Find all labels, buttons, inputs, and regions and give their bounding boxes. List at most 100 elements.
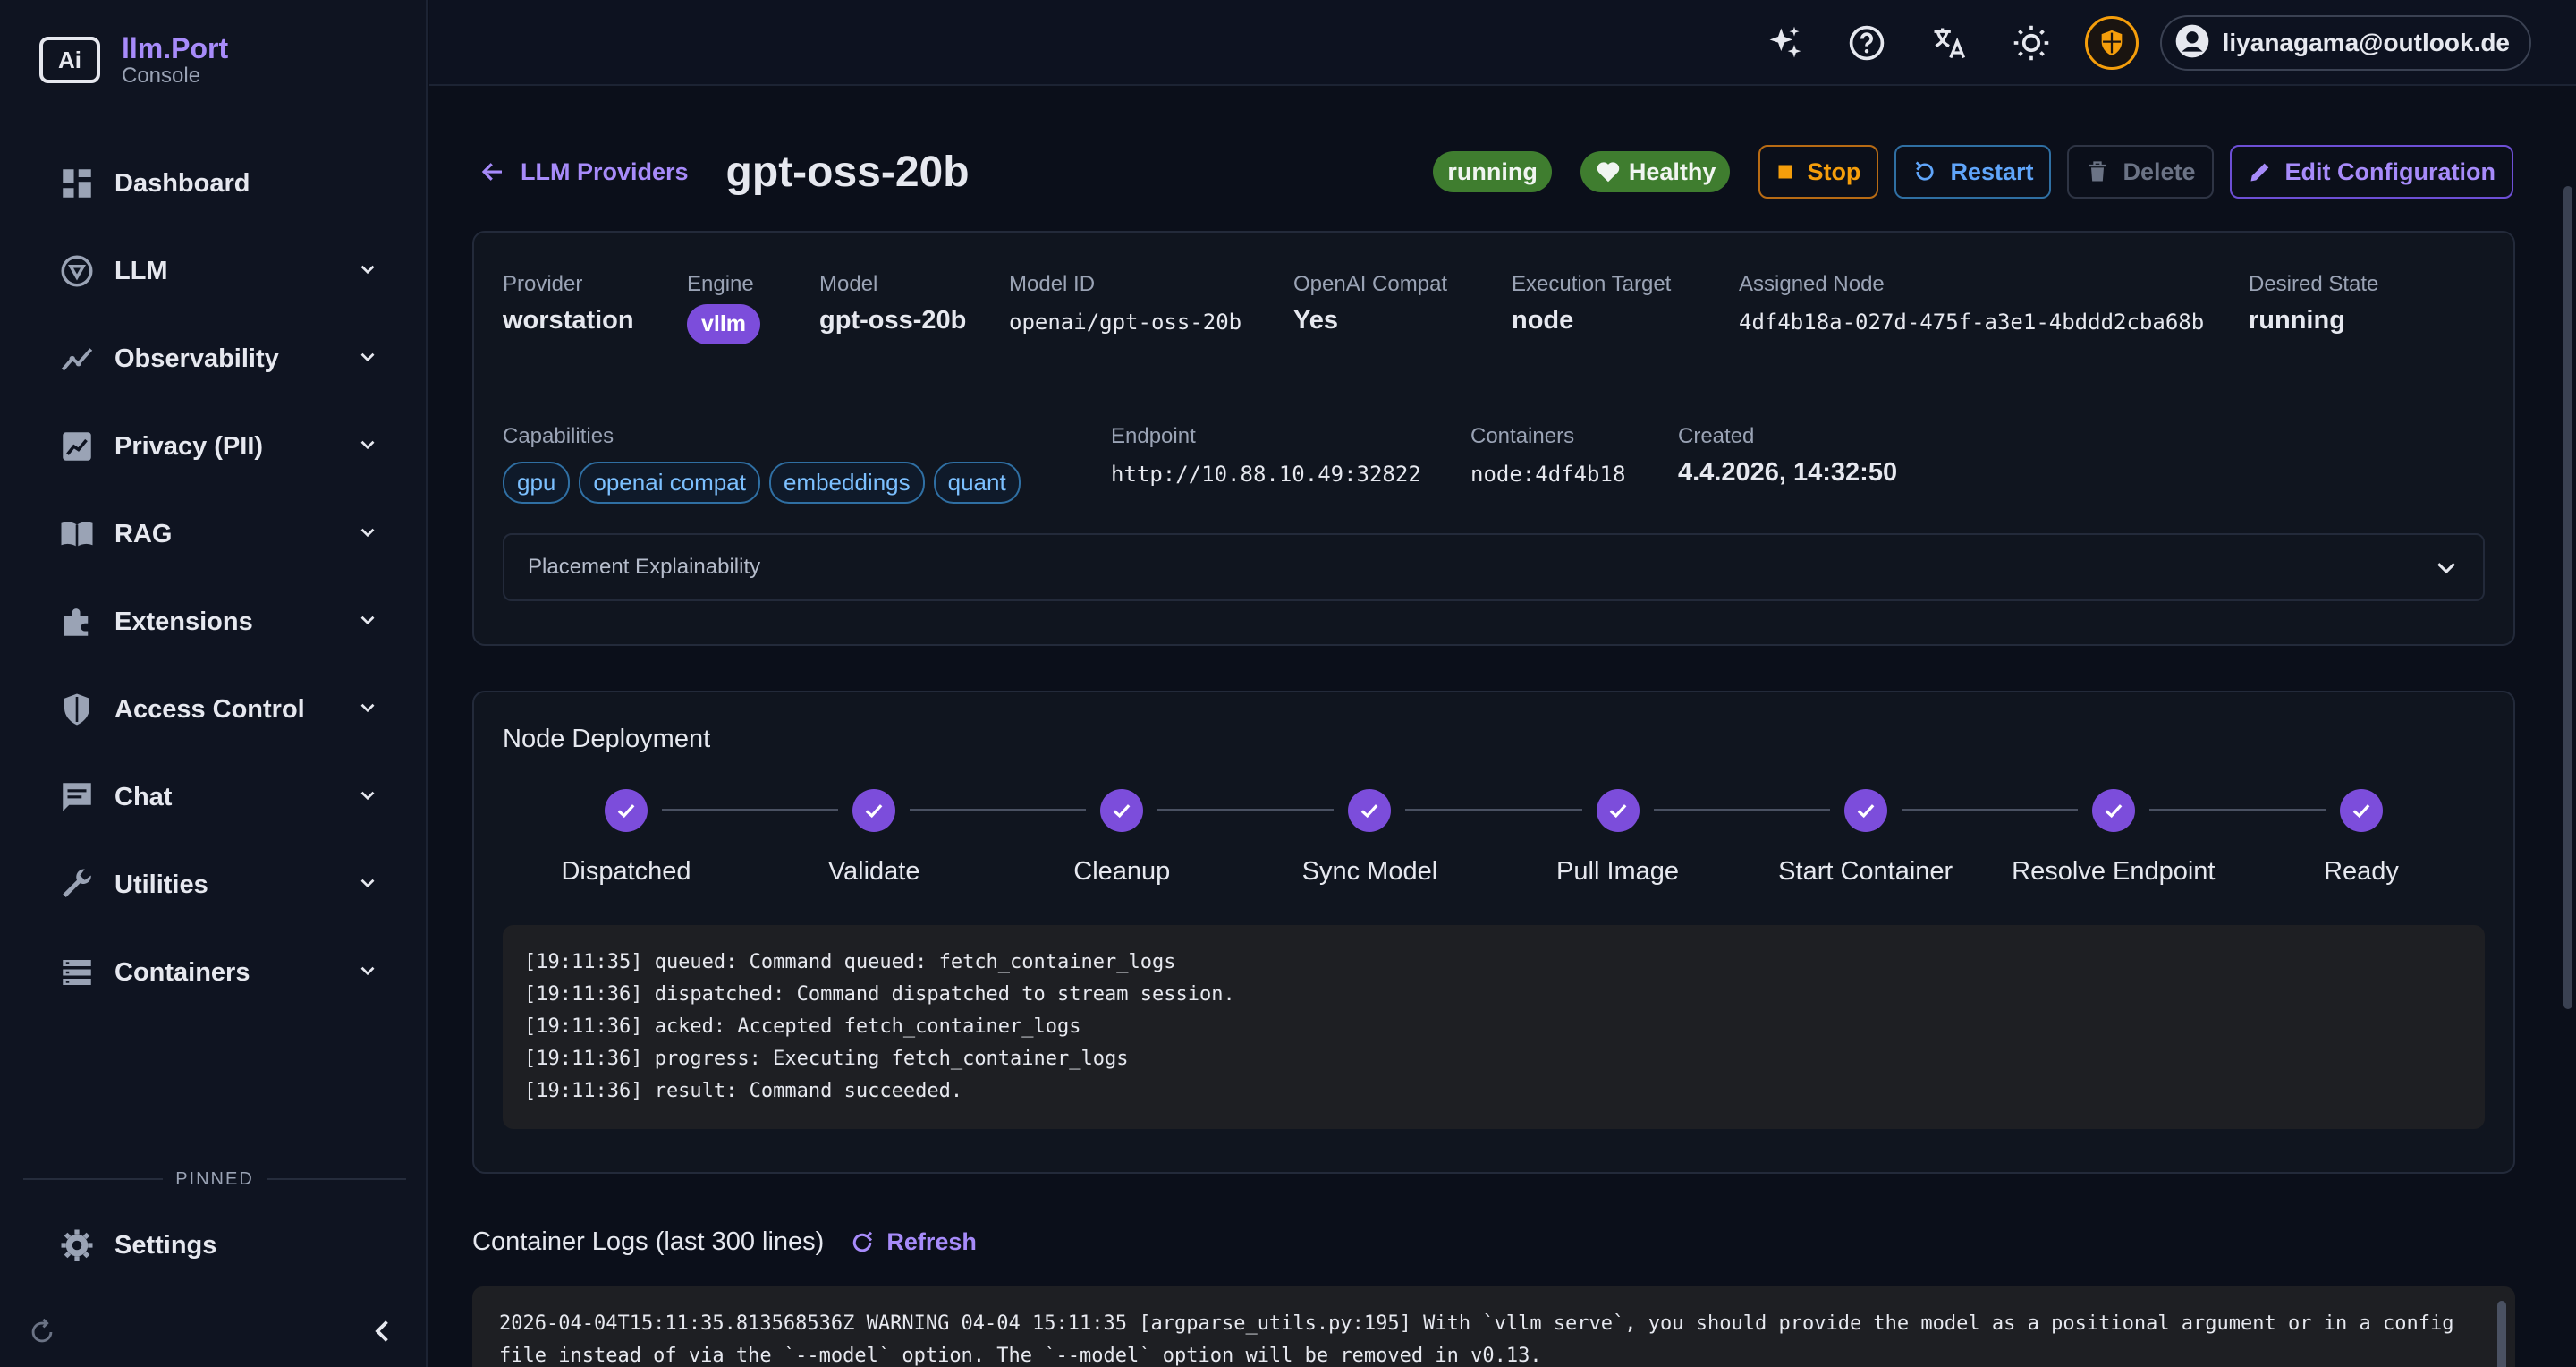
containers-label: Containers bbox=[1470, 424, 1575, 448]
assigned-node-label: Assigned Node bbox=[1739, 272, 1885, 296]
stop-label: Stop bbox=[1807, 157, 1861, 185]
step-label: Ready bbox=[2324, 857, 2399, 886]
sidebar-item-dashboard[interactable]: Dashboard bbox=[0, 140, 428, 227]
assigned-node-value: 4df4b18a-027d-475f-a3e1-4bddd2cba68b bbox=[1739, 310, 2205, 335]
placement-label: Placement Explainability bbox=[528, 555, 761, 579]
openai-compat-value: Yes bbox=[1293, 306, 1338, 335]
pinned-divider: PINNED bbox=[23, 1168, 407, 1190]
capability-chip: quant bbox=[933, 462, 1021, 504]
field-desired-state: Desired State running bbox=[2249, 272, 2378, 335]
translate-icon[interactable] bbox=[1920, 14, 1978, 72]
endpoint-label: Endpoint bbox=[1111, 424, 1196, 448]
sidebar-item-observability[interactable]: Observability bbox=[0, 315, 428, 403]
sidebar-item-access-control[interactable]: Access Control bbox=[0, 666, 428, 753]
deployment-step: Start Container bbox=[1750, 789, 1982, 887]
engine-label: Engine bbox=[687, 272, 754, 296]
sidebar-item-containers[interactable]: Containers bbox=[0, 929, 428, 1016]
log-line: [19:11:36] progress: Executing fetch_con… bbox=[524, 1048, 1129, 1070]
status-badge: running bbox=[1433, 151, 1552, 192]
step-label: Sync Model bbox=[1301, 857, 1438, 886]
page-scrollbar[interactable] bbox=[2563, 186, 2572, 1009]
capability-chip: gpu bbox=[503, 462, 571, 504]
refresh-icon[interactable] bbox=[27, 1317, 57, 1352]
user-menu-button[interactable]: liyanagama@outlook.de bbox=[2159, 15, 2531, 71]
container-logs-output[interactable]: 2026-04-04T15:11:35.813568536Z WARNING 0… bbox=[472, 1286, 2515, 1367]
back-link-label: LLM Providers bbox=[521, 157, 689, 185]
brand-name: llm.Port bbox=[122, 32, 229, 64]
capabilities-label: Capabilities bbox=[503, 424, 614, 448]
deployment-step: Dispatched bbox=[510, 789, 742, 887]
refresh-logs-button[interactable]: Refresh bbox=[849, 1228, 977, 1256]
security-shield-icon[interactable] bbox=[2084, 16, 2139, 70]
check-icon bbox=[1843, 789, 1887, 832]
check-icon bbox=[1100, 789, 1144, 832]
topbar: liyanagama@outlook.de bbox=[429, 0, 2576, 86]
sidebar-item-chat[interactable]: Chat bbox=[0, 753, 428, 841]
edit-configuration-button[interactable]: Edit Configuration bbox=[2229, 145, 2513, 199]
execution-target-label: Execution Target bbox=[1512, 272, 1672, 296]
deployment-title: Node Deployment bbox=[503, 725, 711, 753]
arrow-left-icon bbox=[481, 163, 502, 181]
field-endpoint: Endpoint http://10.88.10.49:32822 bbox=[1111, 424, 1421, 487]
back-link-llm-providers[interactable]: LLM Providers bbox=[479, 158, 689, 186]
step-label: Start Container bbox=[1778, 857, 1953, 886]
chevron-down-icon[interactable] bbox=[356, 345, 379, 373]
sparkles-icon[interactable] bbox=[1756, 14, 1813, 72]
sidebar-item-settings[interactable]: Settings bbox=[0, 1201, 428, 1289]
stop-button[interactable]: Stop bbox=[1758, 145, 1879, 199]
openai-compat-label: OpenAI Compat bbox=[1293, 272, 1448, 296]
chevron-down-icon[interactable] bbox=[356, 959, 379, 987]
user-email: liyanagama@outlook.de bbox=[2222, 29, 2510, 56]
provider-label: Provider bbox=[503, 272, 583, 296]
collapse-sidebar-icon[interactable] bbox=[367, 1315, 399, 1352]
sidebar-item-label: Settings bbox=[114, 1230, 217, 1260]
logs-scrollbar[interactable] bbox=[2497, 1301, 2506, 1367]
brand-subtitle: Console bbox=[122, 64, 201, 88]
chevron-down-icon[interactable] bbox=[356, 696, 379, 724]
restart-label: Restart bbox=[1950, 157, 2034, 185]
chevron-down-icon[interactable] bbox=[356, 258, 379, 285]
restart-button[interactable]: Restart bbox=[1894, 145, 2052, 199]
deployment-step: Validate bbox=[758, 789, 990, 887]
log-line: [19:11:36] result: Command succeeded. bbox=[524, 1080, 963, 1102]
field-model-id: Model ID openai/gpt-oss-20b bbox=[1009, 272, 1241, 335]
theme-sun-icon[interactable] bbox=[2003, 14, 2060, 72]
step-label: Cleanup bbox=[1073, 857, 1171, 886]
brand[interactable]: Ai llm.Port Console bbox=[39, 32, 228, 88]
created-value: 4.4.2026, 14:32:50 bbox=[1678, 458, 1898, 487]
sidebar-item-extensions[interactable]: Extensions bbox=[0, 578, 428, 666]
container-logs-header: Container Logs (last 300 lines) Refresh bbox=[472, 1227, 977, 1257]
llm-icon bbox=[57, 251, 97, 291]
chevron-down-icon[interactable] bbox=[356, 521, 379, 548]
sidebar-item-rag[interactable]: RAG bbox=[0, 490, 428, 578]
restart-icon bbox=[1916, 161, 1934, 181]
help-icon[interactable] bbox=[1838, 14, 1895, 72]
sidebar-item-llm[interactable]: LLM bbox=[0, 227, 428, 315]
check-icon bbox=[605, 789, 648, 832]
delete-button[interactable]: Delete bbox=[2067, 145, 2214, 199]
pencil-icon bbox=[2250, 163, 2268, 182]
sidebar-item-privacy[interactable]: Privacy (PII) bbox=[0, 403, 428, 490]
log-line: [19:11:36] dispatched: Command dispatche… bbox=[524, 983, 1235, 1006]
chevron-down-icon[interactable] bbox=[356, 433, 379, 461]
delete-label: Delete bbox=[2123, 157, 2196, 185]
chevron-down-icon[interactable] bbox=[356, 784, 379, 811]
model-label: Model bbox=[819, 272, 878, 296]
field-model: Model gpt-oss-20b bbox=[819, 272, 966, 335]
log-line: [19:11:35] queued: Command queued: fetch… bbox=[524, 951, 1176, 973]
shield-icon bbox=[57, 690, 97, 729]
chevron-down-icon[interactable] bbox=[356, 871, 379, 899]
puzzle-icon bbox=[57, 602, 97, 641]
chat-icon bbox=[57, 777, 97, 817]
node-deployment-card: Node Deployment Dispatched Validate Cleanu… bbox=[472, 691, 2515, 1174]
chevron-down-icon[interactable] bbox=[356, 608, 379, 636]
check-icon bbox=[852, 789, 896, 832]
deployment-step: Resolve Endpoint bbox=[1997, 789, 2230, 887]
sidebar-item-utilities[interactable]: Utilities bbox=[0, 841, 428, 929]
dashboard-icon bbox=[57, 164, 97, 203]
placement-explainability-accordion[interactable]: Placement Explainability bbox=[503, 533, 2485, 601]
privacy-icon bbox=[57, 427, 97, 466]
field-execution-target: Execution Target node bbox=[1512, 272, 1671, 335]
health-label: Healthy bbox=[1628, 157, 1716, 185]
step-label: Dispatched bbox=[561, 857, 691, 886]
